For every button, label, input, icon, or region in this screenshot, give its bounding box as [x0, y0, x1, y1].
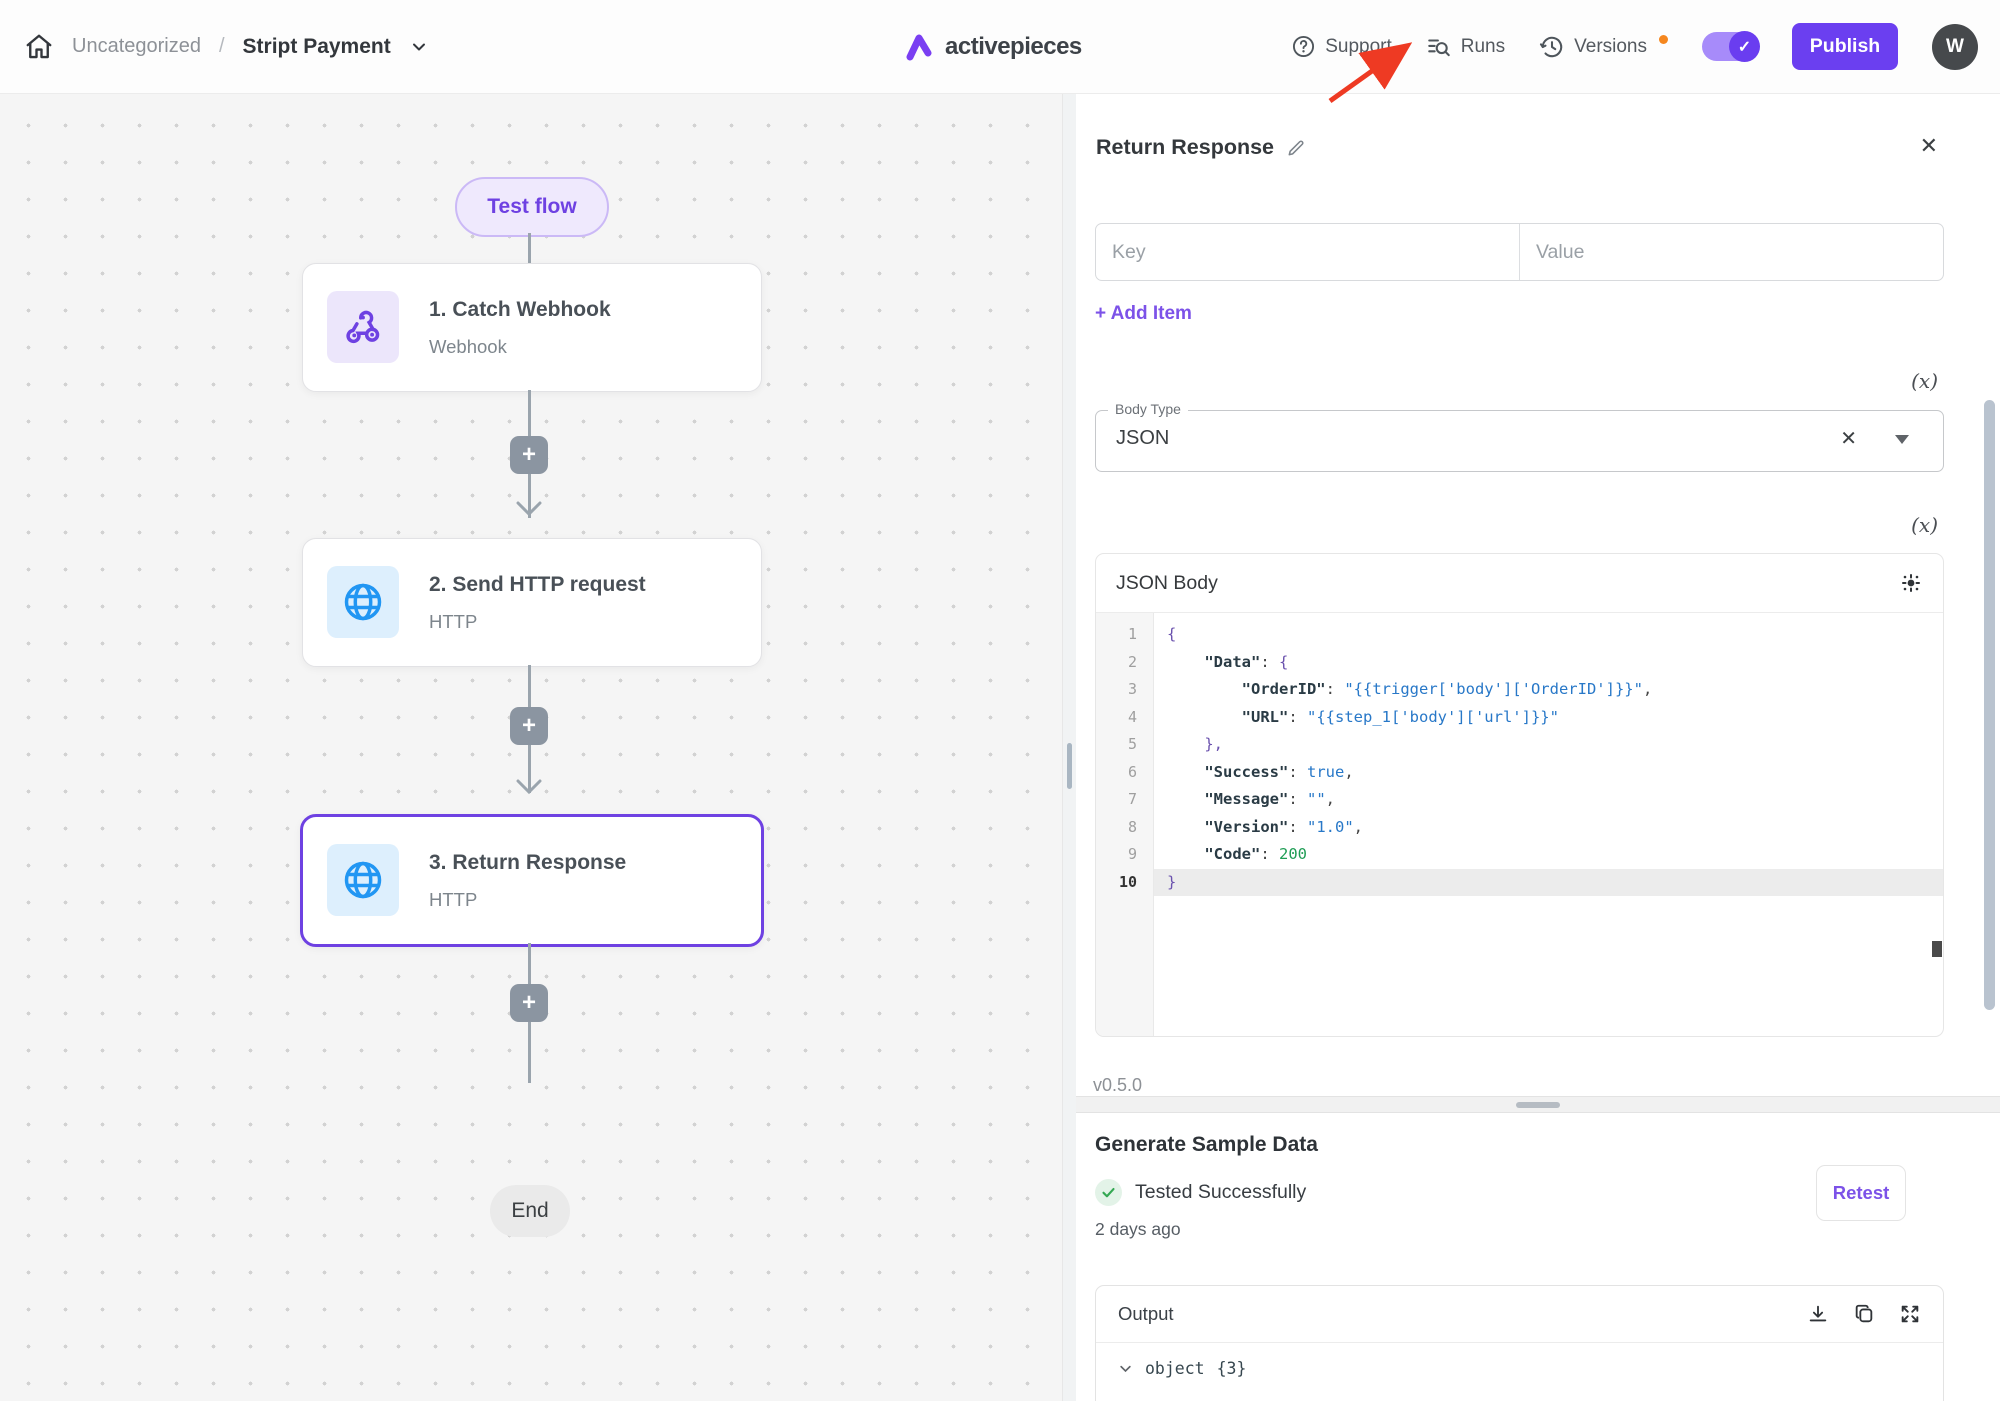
value-cell[interactable]	[1519, 224, 1943, 280]
history-clock-icon	[1539, 34, 1565, 60]
tree-node-count: {3}	[1217, 1359, 1247, 1378]
step-subtitle: HTTP	[429, 611, 477, 633]
end-node: End	[490, 1185, 570, 1237]
last-test-time: 2 days ago	[1095, 1219, 1181, 1240]
globe-icon	[327, 566, 399, 638]
chevron-down-icon[interactable]	[1118, 1361, 1133, 1376]
download-icon[interactable]	[1807, 1303, 1829, 1325]
support-link[interactable]: Support	[1291, 34, 1392, 59]
avatar[interactable]: W	[1932, 24, 1978, 70]
tree-node-type: object	[1145, 1359, 1205, 1378]
panel-title: Return Response	[1096, 135, 1274, 160]
insert-variable-icon[interactable]: (x)	[1911, 513, 1938, 537]
clear-selection-icon[interactable]: ✕	[1840, 426, 1857, 451]
retest-button[interactable]: Retest	[1816, 1165, 1906, 1221]
sparkle-dynamic-value-icon[interactable]	[1899, 571, 1923, 595]
editor-scrollbar-thumb[interactable]	[1932, 941, 1942, 957]
output-label: Output	[1118, 1303, 1174, 1325]
body-type-select[interactable]: Body Type JSON ✕	[1095, 410, 1944, 472]
section-resize-handle[interactable]	[1076, 1096, 2000, 1113]
resize-grip[interactable]	[1516, 1102, 1560, 1108]
brand-name: activepieces	[945, 33, 1082, 61]
publish-button[interactable]: Publish	[1792, 23, 1898, 70]
topbar-actions: Support Runs Versions ✓ Publish W	[1291, 0, 1978, 93]
output-card: Output object {3}	[1095, 1285, 1944, 1401]
step-card-catch-webhook[interactable]: 1. Catch Webhook Webhook	[302, 263, 762, 392]
expand-icon[interactable]	[1899, 1303, 1921, 1325]
activepieces-logo-icon	[905, 33, 935, 61]
webhook-icon	[327, 291, 399, 363]
key-cell[interactable]	[1096, 224, 1519, 280]
add-step-button[interactable]: +	[510, 707, 548, 745]
copy-icon[interactable]	[1853, 1303, 1875, 1325]
insert-variable-icon[interactable]: (x)	[1911, 369, 1938, 393]
resize-grip[interactable]	[1067, 743, 1072, 789]
brand: activepieces	[905, 0, 1082, 93]
test-status-label: Tested Successfully	[1135, 1181, 1306, 1204]
step-settings-panel: Return Response ✕ + Add Item (x) Body Ty…	[1076, 93, 2000, 1401]
step-card-return-response[interactable]: 3. Return Response HTTP	[300, 814, 764, 947]
piece-version-label: v0.5.0	[1093, 1075, 1142, 1096]
add-step-button[interactable]: +	[510, 436, 548, 474]
panel-scrollbar-thumb[interactable]	[1984, 400, 1995, 1010]
json-body-label: JSON Body	[1116, 572, 1218, 595]
key-input[interactable]	[1096, 241, 1519, 264]
close-icon[interactable]: ✕	[1920, 133, 1938, 159]
test-status-row: Tested Successfully	[1095, 1179, 1306, 1206]
breadcrumb: Uncategorized / Stript Payment	[24, 0, 429, 93]
connector-arrow-icon	[515, 779, 543, 800]
test-flow-button[interactable]: Test flow	[455, 177, 609, 237]
json-body-editor: JSON Body 12345678910 { "Data": { "Order…	[1095, 553, 1944, 1037]
dropdown-caret-icon[interactable]	[1895, 435, 1909, 444]
code-lines[interactable]: { "Data": { "OrderID": "{{trigger['body'…	[1154, 613, 1943, 1037]
toggle-check-icon: ✓	[1729, 31, 1760, 62]
question-circle-icon	[1291, 34, 1316, 59]
code-gutter: 12345678910	[1096, 613, 1154, 1037]
globe-icon	[327, 844, 399, 916]
step-subtitle: Webhook	[429, 336, 507, 358]
add-step-button[interactable]: +	[510, 984, 548, 1022]
body-type-label: Body Type	[1108, 401, 1188, 417]
versions-link[interactable]: Versions	[1539, 34, 1647, 60]
step-card-send-http[interactable]: 2. Send HTTP request HTTP	[302, 538, 762, 667]
flow-canvas[interactable]: Test flow 1. Catch Webhook Webhook +	[0, 93, 1062, 1401]
code-editor-area[interactable]: 12345678910 { "Data": { "OrderID": "{{tr…	[1096, 613, 1943, 1037]
body-type-value: JSON	[1116, 427, 1169, 450]
versions-unpublished-dot	[1659, 35, 1668, 44]
home-icon[interactable]	[24, 32, 54, 62]
chevron-down-icon[interactable]	[409, 37, 429, 57]
runs-label: Runs	[1461, 36, 1505, 58]
value-input[interactable]	[1520, 241, 1943, 264]
support-label: Support	[1325, 36, 1392, 58]
add-item-button[interactable]: + Add Item	[1095, 303, 1192, 325]
connector-line	[528, 233, 531, 263]
versions-label: Versions	[1574, 36, 1647, 58]
step-title: 1. Catch Webhook	[429, 298, 611, 322]
edit-pencil-icon[interactable]	[1286, 138, 1306, 158]
flow-enabled-toggle[interactable]: ✓	[1702, 32, 1758, 61]
runs-list-search-icon	[1426, 34, 1452, 60]
flow-name[interactable]: Stript Payment	[243, 35, 391, 59]
top-bar: Uncategorized / Stript Payment activepie…	[0, 0, 2000, 94]
generate-sample-data-heading: Generate Sample Data	[1095, 1133, 1318, 1157]
step-title: 2. Send HTTP request	[429, 573, 646, 597]
success-check-icon	[1095, 1179, 1122, 1206]
step-title: 3. Return Response	[429, 851, 626, 875]
breadcrumb-folder[interactable]: Uncategorized	[72, 35, 201, 58]
connector-arrow-icon	[515, 501, 543, 522]
breadcrumb-separator: /	[219, 35, 225, 58]
headers-key-value-row	[1095, 223, 1944, 281]
step-subtitle: HTTP	[429, 889, 477, 911]
app-window: Uncategorized / Stript Payment activepie…	[0, 0, 2000, 1401]
output-tree-root[interactable]: object {3}	[1096, 1343, 1943, 1378]
runs-link[interactable]: Runs	[1426, 34, 1505, 60]
